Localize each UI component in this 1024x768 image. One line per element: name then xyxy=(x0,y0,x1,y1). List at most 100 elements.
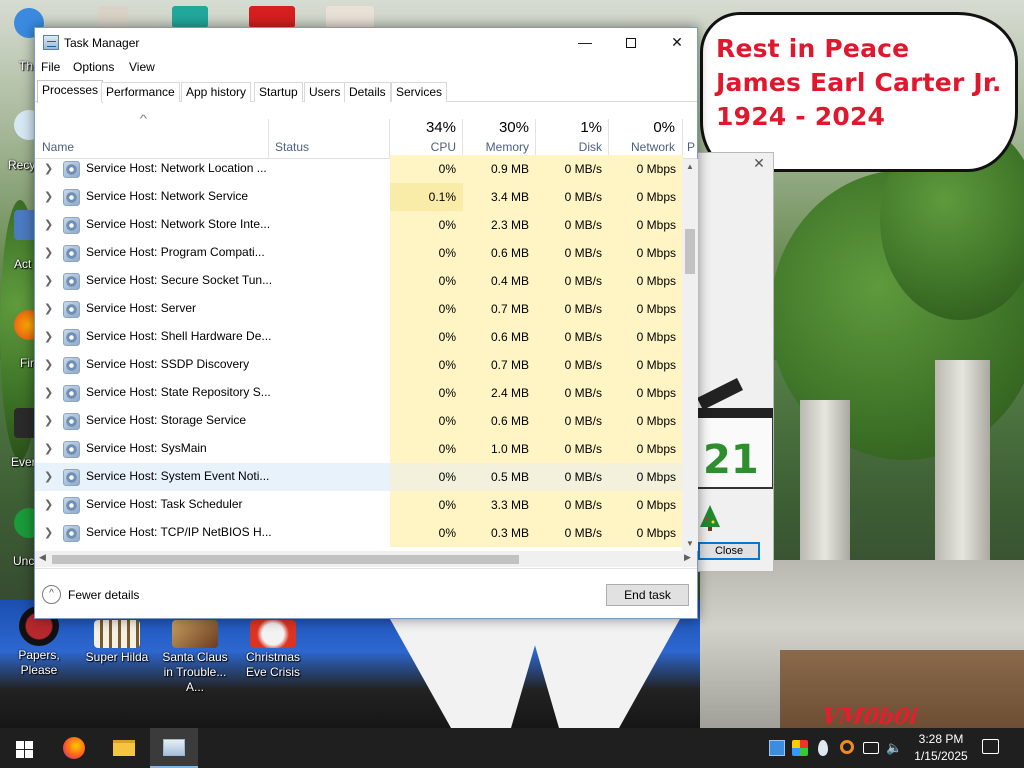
network-cell: 0 Mbps xyxy=(609,351,683,379)
tab-startup[interactable]: Startup xyxy=(254,82,303,102)
table-row[interactable]: ❯ Service Host: Network Service 0.1% 3.4 MB… xyxy=(35,183,683,211)
desktop-icon-partial[interactable] xyxy=(98,6,128,28)
end-task-button[interactable]: End task xyxy=(606,584,689,606)
disk-cell: 0 MB/s xyxy=(536,491,609,519)
chevron-up-icon[interactable]: ^ xyxy=(42,585,61,604)
tab-services[interactable]: Services xyxy=(391,82,448,102)
background-dialog-close-button[interactable]: Close xyxy=(698,542,760,560)
minimize-button[interactable]: — xyxy=(562,28,608,58)
expand-chevron-icon[interactable]: ❯ xyxy=(44,274,53,287)
expand-chevron-icon[interactable]: ❯ xyxy=(44,414,53,427)
expand-chevron-icon[interactable]: ❯ xyxy=(44,302,53,315)
table-row[interactable]: ❯ Service Host: TCP/IP NetBIOS H... 0% 0.3 … xyxy=(35,519,683,547)
column-power-usage-partial[interactable]: P xyxy=(687,140,697,154)
expand-chevron-icon[interactable]: ❯ xyxy=(44,190,53,203)
column-network[interactable]: Network xyxy=(609,140,675,154)
disk-cell: 0 MB/s xyxy=(536,519,609,547)
notifications-icon[interactable] xyxy=(982,739,999,754)
vertical-scroll-thumb[interactable] xyxy=(685,229,695,274)
table-row[interactable]: ❯ Service Host: Network Location ... 0% 0.9… xyxy=(35,155,683,183)
service-gear-icon xyxy=(63,385,80,402)
column-memory[interactable]: Memory xyxy=(463,140,529,154)
desktop-icon-partial[interactable] xyxy=(326,6,374,28)
cpu-cell: 0% xyxy=(390,267,463,295)
table-row[interactable]: ❯ Service Host: State Repository S... 0% 2.… xyxy=(35,379,683,407)
scroll-down-icon[interactable]: ▼ xyxy=(686,539,694,548)
file-explorer-icon[interactable] xyxy=(100,728,148,768)
expand-chevron-icon[interactable]: ❯ xyxy=(44,330,53,343)
task-manager-icon[interactable] xyxy=(150,728,198,768)
expand-chevron-icon[interactable]: ❯ xyxy=(44,498,53,511)
column-divider[interactable] xyxy=(268,119,269,159)
memory-cell: 0.5 MB xyxy=(463,463,536,491)
windows-start-icon[interactable] xyxy=(0,728,48,768)
tab-details[interactable]: Details xyxy=(344,82,391,102)
menu-view[interactable]: View xyxy=(129,60,155,74)
mcdonalds-icon[interactable] xyxy=(249,6,295,28)
close-button[interactable]: ✕ xyxy=(654,28,700,58)
disk-cell: 0 MB/s xyxy=(536,183,609,211)
scroll-up-icon[interactable]: ▲ xyxy=(686,162,694,171)
column-cpu[interactable]: CPU xyxy=(390,140,456,154)
service-gear-icon xyxy=(63,413,80,430)
fewer-details-link[interactable]: Fewer details xyxy=(68,588,139,602)
table-row[interactable]: ❯ Service Host: SSDP Discovery 0% 0.7 MB 0 M… xyxy=(35,351,683,379)
horizontal-scrollbar[interactable]: ◀ ▶ xyxy=(35,551,697,567)
column-status[interactable]: Status xyxy=(275,140,309,154)
horizontal-scroll-thumb[interactable] xyxy=(52,555,519,564)
desktop-icon-partial[interactable] xyxy=(172,6,208,28)
system-clock[interactable]: 3:28 PM 1/15/2025 xyxy=(910,731,972,765)
network-icon[interactable] xyxy=(863,742,879,754)
process-name: Service Host: State Repository S... xyxy=(86,385,271,399)
expand-chevron-icon[interactable]: ❯ xyxy=(44,470,53,483)
firefox-icon[interactable] xyxy=(50,728,98,768)
expand-chevron-icon[interactable]: ❯ xyxy=(44,526,53,539)
desktop-icon-label: Th xyxy=(19,59,34,73)
desktop-icon-label: Santa Claus in Trouble... A... xyxy=(162,650,228,694)
memory-cell: 0.6 MB xyxy=(463,323,536,351)
table-row[interactable]: ❯ Service Host: Shell Hardware De... 0% 0.6… xyxy=(35,323,683,351)
tab-app-history[interactable]: App history xyxy=(181,82,252,102)
table-row[interactable]: ❯ Service Host: Storage Service 0% 0.6 MB 0 … xyxy=(35,407,683,435)
service-gear-icon xyxy=(63,161,80,178)
desktop-icon-christmas-eve-crisis[interactable]: Christmas Eve Crisis xyxy=(234,620,312,680)
desktop-icon-super-hilda[interactable]: Super Hilda xyxy=(78,620,156,665)
maximize-button[interactable] xyxy=(608,28,654,58)
tab-strip: Processes Performance App history Startu… xyxy=(35,80,697,103)
tab-performance[interactable]: Performance xyxy=(101,82,180,102)
network-cell: 0 Mbps xyxy=(609,491,683,519)
menu-options[interactable]: Options xyxy=(73,60,114,74)
bubble-line-3: 1924 - 2024 xyxy=(716,102,886,131)
volume-icon[interactable]: 🔈 xyxy=(886,740,902,756)
shield-tray-icon[interactable] xyxy=(792,740,808,756)
column-name[interactable]: Name xyxy=(42,140,74,154)
table-row[interactable]: ❯ Service Host: SysMain 0% 1.0 MB 0 MB/s 0 Mb… xyxy=(35,435,683,463)
table-row[interactable]: ❯ Service Host: System Event Noti... 0% 0.5… xyxy=(35,463,683,491)
table-row[interactable]: ❯ Service Host: Secure Socket Tun... 0% 0.4… xyxy=(35,267,683,295)
scroll-right-icon[interactable]: ▶ xyxy=(684,552,691,563)
table-row[interactable]: ❯ Service Host: Server 0% 0.7 MB 0 MB/s 0 Mbp… xyxy=(35,295,683,323)
background-dialog-close-icon[interactable]: ✕ xyxy=(749,155,769,173)
expand-chevron-icon[interactable]: ❯ xyxy=(44,386,53,399)
tab-users[interactable]: Users xyxy=(304,82,346,102)
expand-chevron-icon[interactable]: ❯ xyxy=(44,246,53,259)
menu-file[interactable]: File xyxy=(41,60,60,74)
table-row[interactable]: ❯ Service Host: Task Scheduler 0% 3.3 MB 0 M… xyxy=(35,491,683,519)
expand-chevron-icon[interactable]: ❯ xyxy=(44,218,53,231)
expand-chevron-icon[interactable]: ❯ xyxy=(44,162,53,175)
display-tray-icon[interactable] xyxy=(769,740,785,756)
search-tool-icon[interactable] xyxy=(840,740,854,754)
cpu-cell: 0% xyxy=(390,463,463,491)
title-bar[interactable]: Task Manager — ✕ xyxy=(35,28,697,58)
column-disk[interactable]: Disk xyxy=(536,140,602,154)
expand-chevron-icon[interactable]: ❯ xyxy=(44,442,53,455)
scroll-left-icon[interactable]: ◀ xyxy=(39,552,46,563)
vertical-scrollbar[interactable]: ▲ ▼ xyxy=(682,159,698,551)
expand-chevron-icon[interactable]: ❯ xyxy=(44,358,53,371)
tab-processes[interactable]: Processes xyxy=(37,80,104,103)
column-divider[interactable] xyxy=(682,119,683,159)
table-row[interactable]: ❯ Service Host: Program Compati... 0% 0.6 M… xyxy=(35,239,683,267)
table-row[interactable]: ❯ Service Host: Network Store Inte... 0% 2.… xyxy=(35,211,683,239)
water-drop-icon[interactable] xyxy=(818,740,828,756)
desktop-icon-santa-claus-in-trouble[interactable]: Santa Claus in Trouble... A... xyxy=(156,620,234,695)
